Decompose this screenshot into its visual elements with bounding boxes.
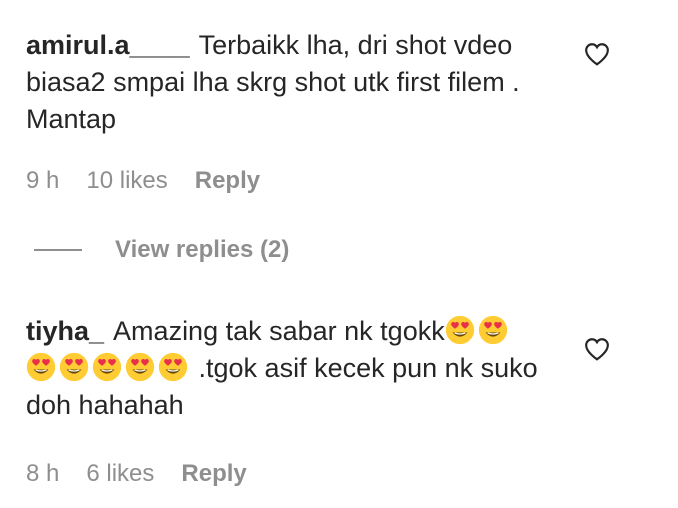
heart-eyes-emoji-icon bbox=[445, 315, 475, 345]
heart-eyes-emoji-icon bbox=[59, 352, 89, 382]
heart-eyes-emoji-icon bbox=[26, 352, 56, 382]
heart-eyes-emoji-icon bbox=[92, 352, 122, 382]
like-heart-icon[interactable] bbox=[584, 337, 610, 361]
view-replies[interactable]: View replies (2) bbox=[34, 236, 289, 264]
comment-1-reply-button[interactable]: Reply bbox=[195, 167, 260, 195]
view-replies-divider bbox=[34, 249, 82, 251]
comment-2-text: Amazing tak sabar nk tgokk bbox=[113, 316, 445, 346]
comment-2-time: 8 h bbox=[26, 460, 60, 487]
comment-1-username[interactable]: amirul.a____ bbox=[26, 30, 190, 60]
view-replies-button[interactable]: View replies (2) bbox=[115, 236, 289, 264]
comment-2-reply-button[interactable]: Reply bbox=[181, 460, 246, 488]
heart-eyes-emoji-icon bbox=[478, 315, 508, 345]
like-heart-icon[interactable] bbox=[584, 42, 610, 66]
comment-2-likes[interactable]: 6 likes bbox=[86, 460, 154, 488]
comment-1: amirul.a____ Terbaikk lha, dri shot vdeo … bbox=[26, 27, 566, 138]
comment-1-likes[interactable]: 10 likes bbox=[86, 167, 167, 195]
comment-1-meta: 9 h 10 likes Reply bbox=[26, 167, 287, 195]
comment-1-body: amirul.a____ Terbaikk lha, dri shot vdeo … bbox=[26, 27, 566, 138]
heart-eyes-emoji-icon bbox=[158, 352, 188, 382]
comment-2-meta: 8 h 6 likes Reply bbox=[26, 460, 274, 488]
comment-2-body: tiyha_ Amazing tak sabar nk tgokk .tgok a… bbox=[26, 313, 566, 424]
heart-eyes-emoji-icon bbox=[125, 352, 155, 382]
comment-1-time: 9 h bbox=[26, 167, 60, 194]
comment-2: tiyha_ Amazing tak sabar nk tgokk .tgok a… bbox=[26, 313, 566, 424]
comment-2-username[interactable]: tiyha_ bbox=[26, 316, 104, 346]
